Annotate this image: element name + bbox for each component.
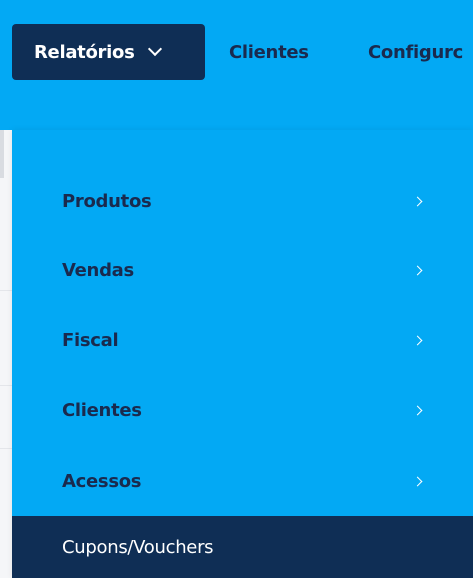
divider	[0, 448, 12, 449]
chevron-right-icon	[412, 335, 423, 345]
menu-item-label: Clientes	[62, 399, 142, 421]
chevron-right-icon	[412, 405, 423, 415]
menu-item-label: Cupons/Vouchers	[62, 536, 214, 558]
page-edge-mark	[0, 130, 4, 178]
reports-dropdown-menu: Produtos Vendas Fiscal Clientes Acessos …	[12, 130, 473, 578]
nav-item-label: Relatórios	[34, 41, 135, 63]
chevron-right-icon	[412, 265, 423, 275]
chevron-right-icon	[412, 476, 423, 486]
background-page-edge	[0, 130, 12, 578]
divider	[0, 290, 12, 291]
menu-item-label: Vendas	[62, 259, 134, 281]
divider	[0, 385, 12, 386]
nav-item-relatorios[interactable]: Relatórios	[12, 24, 205, 80]
nav-item-clientes[interactable]: Clientes	[229, 24, 309, 80]
menu-item-acessos[interactable]: Acessos	[12, 448, 473, 514]
menu-item-produtos[interactable]: Produtos	[12, 168, 473, 234]
menu-item-clientes[interactable]: Clientes	[12, 377, 473, 443]
menu-item-fiscal[interactable]: Fiscal	[12, 307, 473, 373]
menu-item-label: Acessos	[62, 470, 142, 492]
menu-item-label: Produtos	[62, 190, 152, 212]
nav-item-configuracoes[interactable]: Configurc	[368, 24, 463, 80]
nav-item-label: Configurc	[368, 41, 463, 63]
chevron-down-icon	[148, 41, 163, 57]
menu-item-cupons-vouchers[interactable]: Cupons/Vouchers	[12, 516, 473, 578]
nav-item-label: Clientes	[229, 41, 309, 63]
chevron-right-icon	[412, 196, 423, 206]
top-navbar: Relatórios Clientes Configurc	[0, 0, 473, 130]
menu-item-label: Fiscal	[62, 329, 119, 351]
menu-item-vendas[interactable]: Vendas	[12, 237, 473, 303]
